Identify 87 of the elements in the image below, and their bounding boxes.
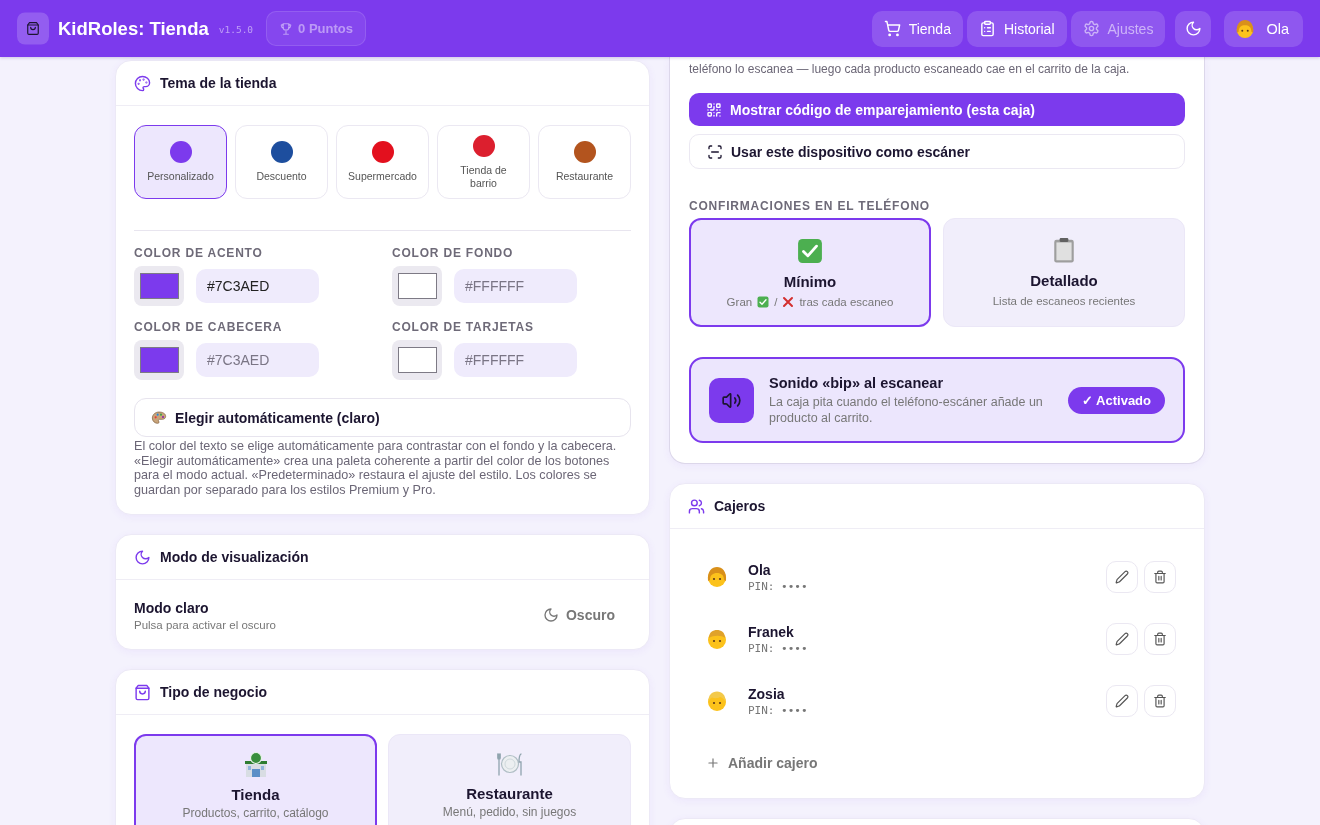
child-avatar-icon [1235,18,1256,39]
app-title: KidRoles: Tienda [58,17,209,40]
cashier-pin: PIN: •••• [748,703,809,717]
help-text: El color del texto se elige automáticamente para contrastar con el fondo y la cabecera. «Elegir automáticamente» crea una paleta coherente a partir del color de los botones para el modo actual. «Predeterminado» restaura el ajuste del estilo. Los colores se guardan por separado para los estilos Premium y Pro. [134,439,618,497]
pencil-icon [1115,570,1129,584]
cashier-pin: PIN: •••• [748,641,809,655]
theme-option[interactable]: Tienda de barrio [437,125,530,199]
plus-icon [706,756,720,770]
clipboard-icon [978,20,996,37]
section-label: CONFIRMACIONES EN EL TELÉFONO [689,199,931,213]
trash-icon [1153,632,1167,646]
check-box-icon [797,238,823,264]
theme-option[interactable]: Supermercado [336,125,429,199]
shopping-bag-icon[interactable] [17,12,49,45]
card-title: Cajeros [714,498,766,514]
nav-tab[interactable]: Tienda [871,10,963,47]
confirmation-option[interactable]: Mínimo Gran / tras cada escaneo [689,218,931,327]
check-box-icon [757,296,770,308]
theme-option[interactable]: Personalizado [134,125,227,199]
add-cashier-button[interactable]: Añadir cajero [706,747,818,779]
shopping-bag-icon [134,683,151,701]
hex-input[interactable]: #FFFFFF [454,269,577,303]
scan-icon [707,143,723,160]
qr-code-icon [706,101,722,118]
hex-input[interactable]: #7C3AED [196,269,319,303]
moon-icon [1184,20,1202,37]
beep-toggle[interactable]: ✓ Activado [1067,386,1165,414]
use-as-scanner-button[interactable]: Usar este dispositivo como escáner [689,134,1185,169]
trash-icon [1153,694,1167,708]
field-label: COLOR DE ACENTO [134,246,264,260]
delete-button[interactable] [1144,561,1176,593]
dark-mode-toggle[interactable]: Oscuro [527,597,631,633]
confirmation-option[interactable]: Detallado Lista de escaneos recientes [943,218,1185,327]
theme-option[interactable]: Descuento [235,125,328,199]
moon-icon [543,607,559,623]
child-avatar-icon [706,628,728,650]
edit-button[interactable] [1106,561,1138,593]
hex-input[interactable]: #FFFFFF [454,343,577,377]
clipboard-icon [1051,237,1077,263]
card-title: Tipo de negocio [160,684,268,700]
setting-description: La caja pita cuando el teléfono-escáner añade un producto al carrito. [769,393,1044,426]
cart-icon [883,20,901,37]
color-picker-button[interactable] [392,340,442,380]
palette-icon [134,74,151,92]
scanner-description: teléfono lo escanea — luego cada producto escaneado cae en el carrito de la caja. [689,62,1131,77]
theme-option[interactable]: Restaurante [538,125,631,199]
business-option[interactable]: Tienda Productos, carrito, catálogo [134,734,377,825]
child-avatar-icon [706,566,728,588]
cashier-pin: PIN: •••• [748,579,809,593]
trophy-icon [279,21,294,36]
trash-icon [1153,570,1167,584]
user-button[interactable]: Ola [1224,10,1303,47]
cross-icon [782,296,795,308]
business-option[interactable]: Restaurante Menú, pedido, sin juegos [388,734,631,825]
edit-button[interactable] [1106,685,1138,717]
settings-icon [1082,20,1100,37]
hex-input[interactable]: #7C3AED [196,343,319,377]
cashier-name: Franek [748,623,795,640]
pencil-icon [1115,694,1129,708]
color-picker-button[interactable] [392,266,442,306]
moon-icon [134,548,151,566]
delete-button[interactable] [1144,623,1176,655]
field-label: COLOR DE FONDO [392,246,515,260]
setting-title: Sonido «bip» al escanear [769,374,945,391]
card-title: Modo de visualización [160,549,309,565]
field-label: COLOR DE CABECERA [134,320,284,334]
mode-label: Modo claro [134,599,210,616]
nav-tab[interactable]: Historial [966,10,1067,47]
pencil-icon [1115,632,1129,646]
speaker-icon [709,377,754,423]
color-picker-button[interactable] [134,340,184,380]
color-picker-button[interactable] [134,266,184,306]
cashier-name: Ola [748,561,772,578]
delete-button[interactable] [1144,685,1176,717]
auto-pick-button[interactable]: Elegir automáticamente (claro) [134,398,631,437]
cashier-name: Zosia [748,685,786,702]
version-label: v1.5.0 [218,24,254,35]
users-icon [688,497,705,515]
card-title: Tema de la tienda [160,75,277,91]
dark-mode-button[interactable] [1175,10,1212,47]
palette-icon [151,409,167,426]
child-avatar-icon [706,690,728,712]
field-label: COLOR DE TARJETAS [392,320,535,334]
plate-cutlery-icon [495,750,524,778]
edit-button[interactable] [1106,623,1138,655]
pairing-code-button[interactable]: Mostrar código de emparejamiento (esta caja) [689,93,1185,126]
mode-hint: Pulsa para activar el oscuro [134,618,276,631]
